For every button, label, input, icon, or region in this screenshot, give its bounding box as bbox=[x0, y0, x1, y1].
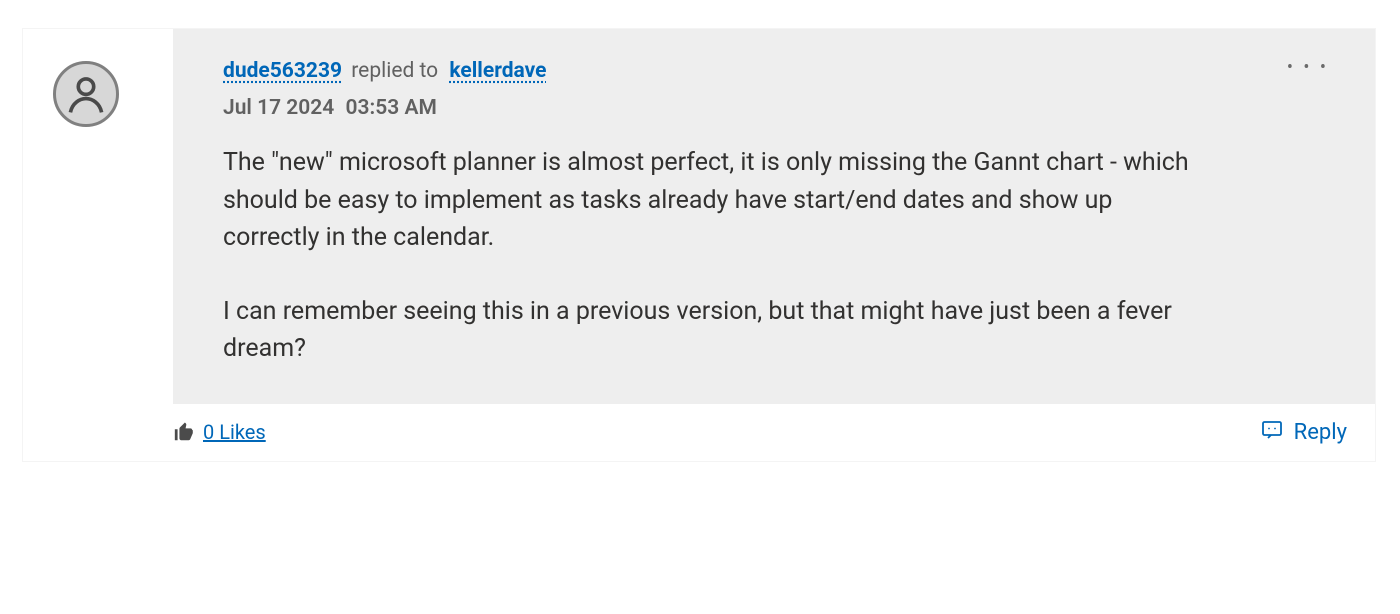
comment-body: The "new" microsoft planner is almost pe… bbox=[223, 144, 1193, 368]
more-options-button[interactable]: • • • bbox=[1281, 53, 1335, 83]
content-column: • • • dude563239 replied to kellerdave J… bbox=[173, 29, 1375, 461]
byline: dude563239 replied to kellerdave bbox=[223, 59, 1325, 84]
comment-footer: 0 Likes Reply bbox=[173, 404, 1375, 461]
comment-row: • • • dude563239 replied to kellerdave J… bbox=[23, 29, 1375, 461]
comment-card: • • • dude563239 replied to kellerdave J… bbox=[22, 28, 1376, 462]
reply-button[interactable]: Reply bbox=[1260, 418, 1347, 447]
paragraph: I can remember seeing this in a previous… bbox=[223, 293, 1193, 368]
reply-target-link[interactable]: kellerdave bbox=[449, 59, 546, 83]
reply-label: Reply bbox=[1294, 420, 1347, 445]
likes-link[interactable]: 0 Likes bbox=[203, 420, 266, 444]
avatar-column bbox=[23, 29, 173, 127]
paragraph: The "new" microsoft planner is almost pe… bbox=[223, 144, 1193, 257]
reply-icon bbox=[1260, 418, 1284, 447]
date-text: Jul 17 2024 bbox=[223, 96, 334, 120]
time-text: 03:53 AM bbox=[346, 96, 437, 120]
likes: 0 Likes bbox=[173, 420, 266, 444]
thumbs-up-icon[interactable] bbox=[173, 421, 195, 443]
comment-bubble: • • • dude563239 replied to kellerdave J… bbox=[173, 29, 1375, 404]
avatar[interactable] bbox=[53, 61, 119, 127]
timestamp: Jul 17 2024 03:53 AM bbox=[223, 96, 1325, 120]
person-icon bbox=[64, 72, 108, 116]
action-text: replied to bbox=[351, 59, 438, 83]
ellipsis-icon: • • • bbox=[1287, 57, 1329, 78]
author-link[interactable]: dude563239 bbox=[223, 59, 342, 83]
